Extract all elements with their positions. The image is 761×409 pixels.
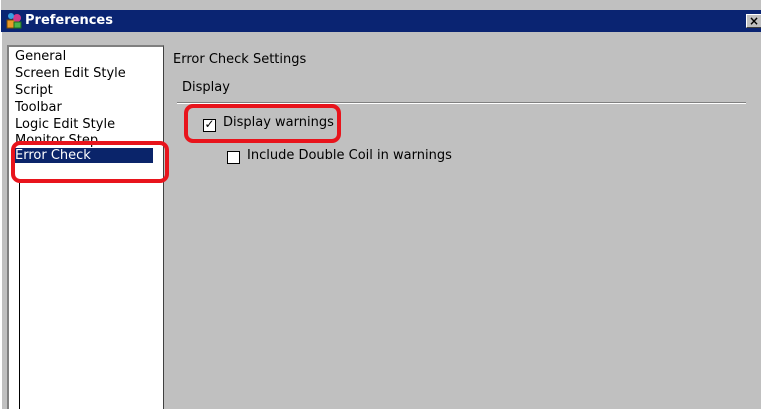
close-button[interactable]: × [746,14,761,28]
window-frame [1,32,5,409]
display-warnings-highlight-ring [184,104,341,143]
sidebar-item-screen-edit-style[interactable]: Screen Edit Style [13,66,128,81]
page-title: Error Check Settings [173,52,307,67]
preferences-window: Preferences × General Screen Edit Style … [0,0,761,409]
title-bar[interactable]: Preferences × [1,10,761,32]
include-double-coil-checkbox[interactable] [227,151,240,164]
sidebar-item-general[interactable]: General [13,49,68,64]
sidebar-item-logic-edit-style[interactable]: Logic Edit Style [13,117,117,132]
listbox-divider [19,179,20,409]
preferences-app-icon [6,13,22,29]
window-title: Preferences [25,13,113,28]
sidebar-item-toolbar[interactable]: Toolbar [13,100,64,115]
close-icon: × [748,14,760,28]
display-group-label: Display [182,80,230,95]
include-double-coil-label[interactable]: Include Double Coil in warnings [247,148,452,163]
error-check-highlight-ring [11,141,169,183]
category-listbox[interactable]: General Screen Edit Style Script Toolbar… [7,45,164,409]
sidebar-item-script[interactable]: Script [13,83,55,98]
